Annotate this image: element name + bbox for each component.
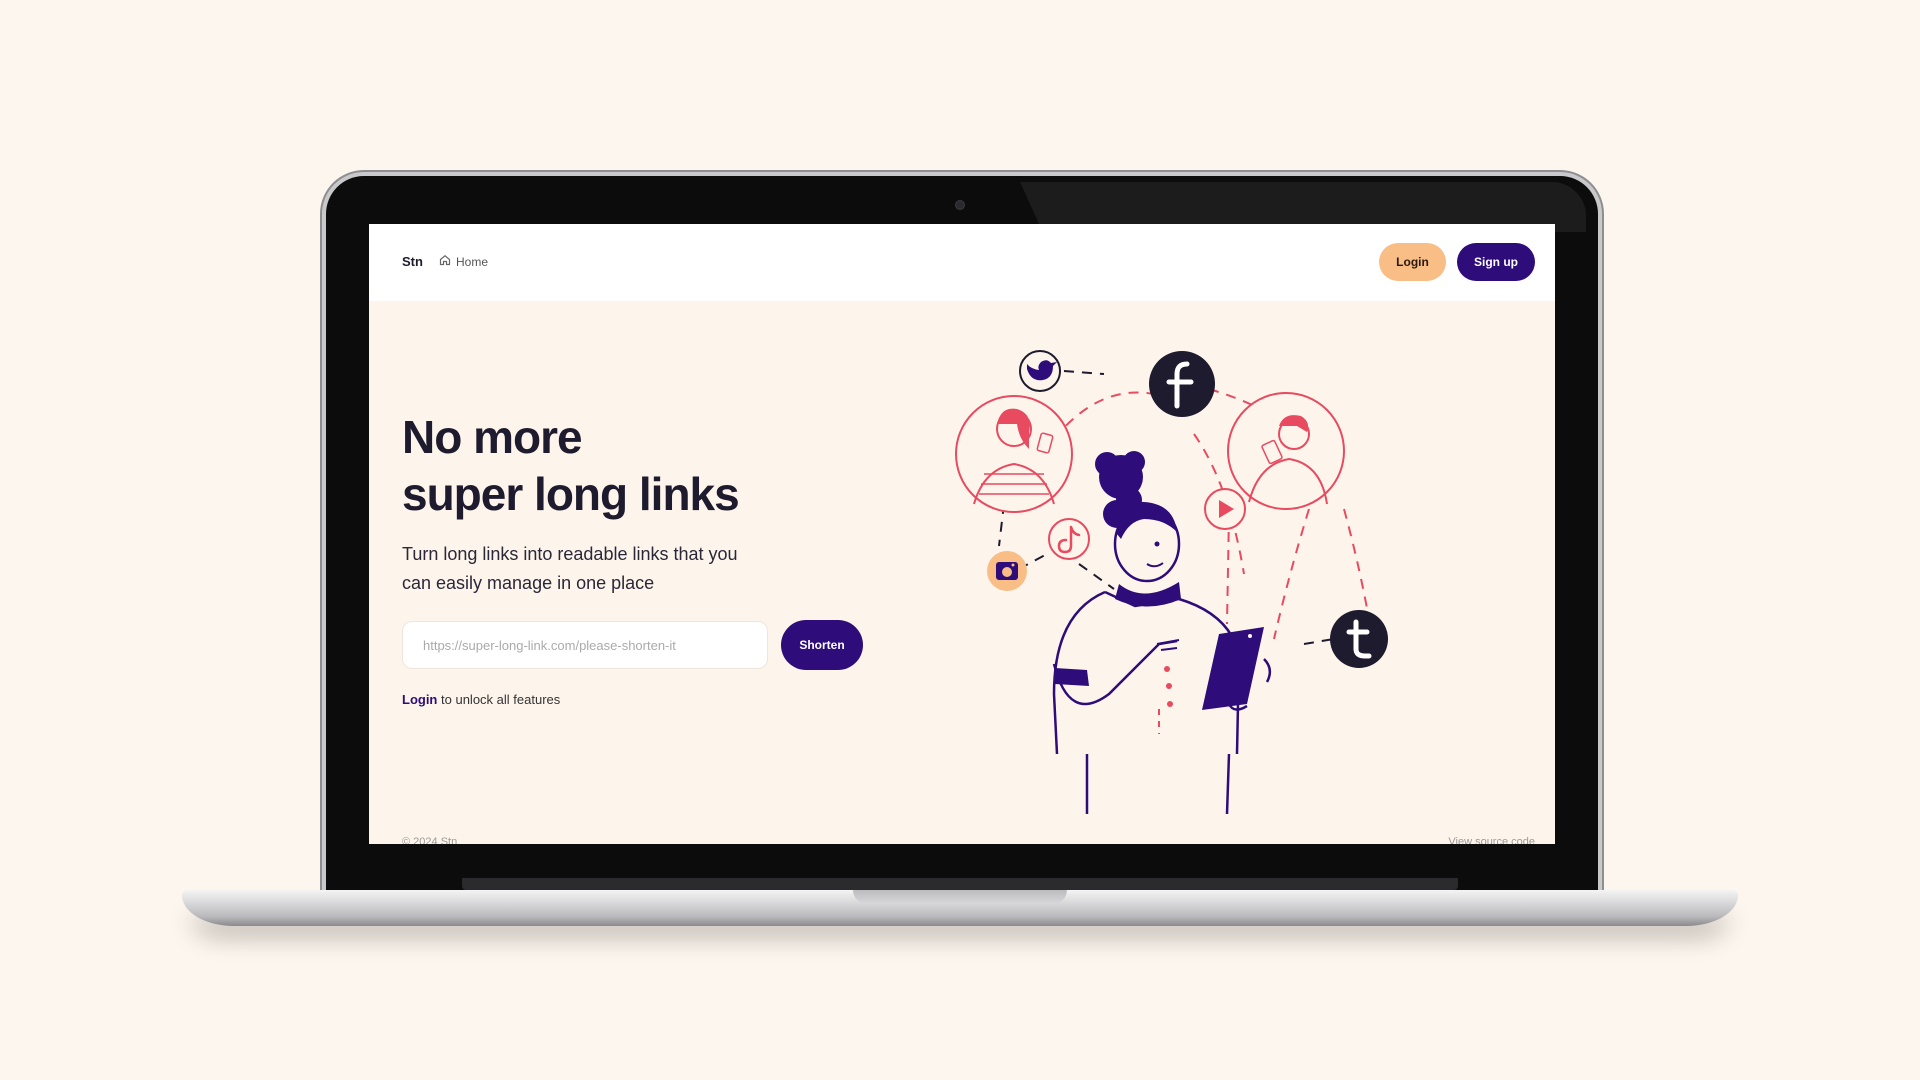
long-url-input[interactable] bbox=[402, 621, 768, 669]
footer-copyright: © 2024 Stn bbox=[402, 836, 458, 844]
app-screen: Stn Home Login Sign up No more super lon… bbox=[369, 224, 1555, 844]
login-hint-link[interactable]: Login bbox=[402, 692, 437, 707]
twitter-icon bbox=[1019, 350, 1061, 392]
hero-title: No more super long links bbox=[402, 409, 822, 523]
hero-title-line-1: No more bbox=[402, 411, 583, 463]
shorten-button[interactable]: Shorten bbox=[781, 620, 863, 670]
hero-illustration bbox=[955, 350, 1388, 815]
instagram-icon bbox=[987, 551, 1027, 591]
laptop-hinge bbox=[462, 878, 1458, 890]
signup-button[interactable]: Sign up bbox=[1457, 243, 1535, 281]
hero-title-line-2: super long links bbox=[402, 468, 740, 520]
home-link[interactable]: Home bbox=[439, 254, 488, 269]
youtube-play-icon bbox=[1204, 488, 1246, 530]
tiktok-icon bbox=[1048, 518, 1090, 560]
brand-logo[interactable]: Stn bbox=[402, 254, 423, 269]
laptop-base-notch bbox=[853, 890, 1067, 904]
navbar: Stn Home Login Sign up bbox=[369, 224, 1555, 301]
home-label: Home bbox=[456, 254, 489, 269]
login-hint-text: to unlock all features bbox=[441, 692, 561, 707]
home-icon bbox=[439, 254, 451, 269]
webcam bbox=[955, 200, 965, 210]
facebook-icon bbox=[1149, 351, 1215, 417]
footer-source-link[interactable]: View source code bbox=[1448, 836, 1535, 844]
hero-subtitle: Turn long links into readable links that… bbox=[402, 544, 738, 593]
woman-avatar bbox=[955, 395, 1073, 513]
login-hint: Login to unlock all features bbox=[402, 692, 560, 707]
tumblr-icon bbox=[1330, 610, 1388, 668]
man-avatar bbox=[1227, 392, 1345, 510]
login-button[interactable]: Login bbox=[1379, 243, 1446, 281]
